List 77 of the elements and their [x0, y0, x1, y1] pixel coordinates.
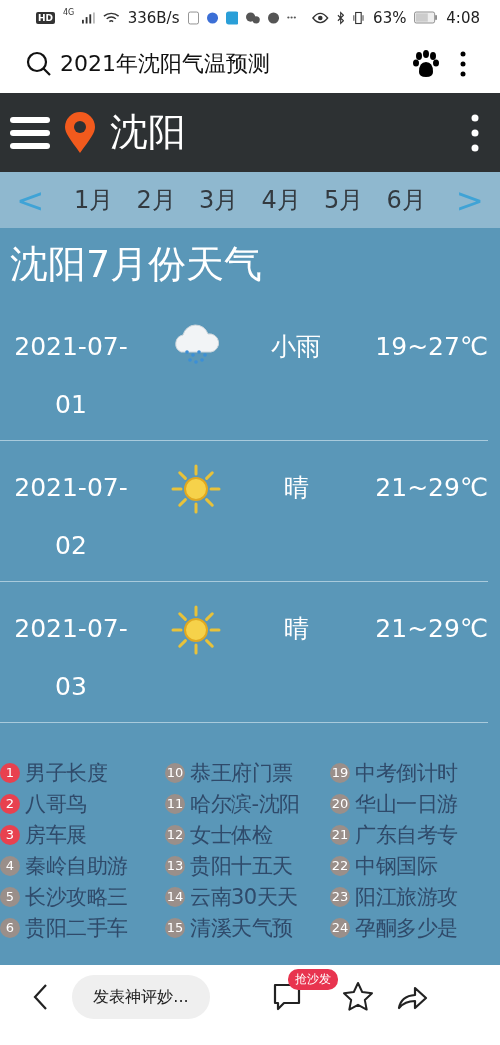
menu-icon[interactable] [10, 114, 50, 151]
vibrate-icon [352, 10, 366, 25]
ellipsis-icon [287, 16, 297, 19]
rank-badge: 12 [165, 824, 185, 845]
hot-search-link[interactable]: 秦岭自助游 [25, 851, 128, 880]
month-link[interactable]: 1月 [74, 184, 114, 216]
weather-condition: 晴 [282, 613, 310, 645]
hot-search-link[interactable]: 八哥鸟 [25, 789, 87, 818]
sun-icon [170, 604, 222, 656]
hot-search-link[interactable]: 广东自考专 [355, 820, 458, 849]
network-type: 4G [63, 8, 75, 17]
hot-search-link[interactable]: 华山一日游 [355, 789, 458, 818]
rank-badge: 22 [330, 855, 350, 876]
hot-search-link[interactable]: 女士体检 [190, 820, 272, 849]
signal-icon [82, 11, 96, 24]
hot-search-link[interactable]: 贵阳二手车 [25, 913, 128, 942]
hot-search-link[interactable]: 中考倒计时 [355, 758, 458, 787]
rank-badge: 21 [330, 824, 350, 845]
month-link[interactable]: 3月 [199, 184, 239, 216]
date: 2021-07-03 [13, 613, 129, 703]
rank-badge: 13 [165, 855, 185, 876]
date: 2021-07-02 [13, 472, 129, 562]
wifi-icon [103, 11, 120, 24]
star-icon[interactable] [342, 981, 374, 1013]
rank-badge: 10 [165, 762, 185, 783]
hot-search-link[interactable]: 恭王府门票 [190, 758, 293, 787]
network-speed: 336B/s [127, 8, 180, 27]
temperature-range: 21~29℃ [374, 472, 488, 504]
hot-search-link[interactable]: 房车展 [25, 820, 87, 849]
battery-icon [414, 11, 439, 24]
temperature-range: 21~29℃ [374, 613, 488, 645]
paw-icon[interactable] [412, 50, 440, 78]
city-name: 沈阳 [110, 109, 187, 156]
comment-icon[interactable] [272, 983, 302, 1011]
weather-condition: 小雨 [270, 331, 322, 363]
hot-search-link[interactable]: 贵阳十五天 [190, 851, 293, 880]
rank-badge: 15 [165, 917, 185, 938]
rank-badge: 4 [0, 855, 20, 876]
month-link[interactable]: 6月 [386, 184, 426, 216]
comment-field[interactable]: 发表神评妙... [72, 975, 210, 1019]
month-link[interactable]: 2月 [136, 184, 176, 216]
page-title: 沈阳7月份天气 [9, 240, 264, 288]
search-icon [26, 51, 52, 77]
rank-badge: 6 [0, 917, 20, 938]
month-link[interactable]: 4月 [261, 184, 301, 216]
hot-search-link[interactable]: 阳江旅游攻 [355, 882, 458, 911]
rank-badge: 19 [330, 762, 350, 783]
location-pin-icon [64, 111, 96, 154]
rank-badge: 14 [165, 886, 185, 907]
document-icon [187, 10, 199, 25]
rank-badge: 3 [0, 824, 20, 845]
hot-search-link[interactable]: 男子长度 [25, 758, 107, 787]
rank-badge: 20 [330, 793, 350, 814]
weather-condition: 晴 [282, 472, 310, 504]
rank-badge: 1 [0, 762, 20, 783]
hot-search-link[interactable]: 云南30天天 [190, 882, 298, 911]
month-link[interactable]: 5月 [324, 184, 364, 216]
hot-search-link[interactable]: 中钢国际 [355, 851, 437, 880]
rank-badge: 5 [0, 886, 20, 907]
hot-search-link[interactable]: 哈尔滨-沈阳 [190, 789, 300, 818]
temperature-range: 19~27℃ [374, 331, 488, 363]
rank-badge: 24 [330, 917, 350, 938]
rank-badge: 23 [330, 886, 350, 907]
date: 2021-07-01 [13, 331, 129, 421]
sun-icon [170, 463, 222, 515]
battery-percent: 63% [373, 8, 407, 27]
hot-search-link[interactable]: 清溪天气预 [190, 913, 293, 942]
hd-indicator: HD [36, 11, 55, 24]
rank-badge: 11 [165, 793, 185, 814]
hot-search-link[interactable]: 长沙攻略三 [25, 882, 128, 911]
comment-badge: 抢沙发 [288, 969, 338, 990]
bluetooth-icon [336, 10, 345, 25]
eye-icon [312, 11, 329, 24]
rank-badge: 2 [0, 793, 20, 814]
clock: 4:08 [446, 8, 480, 27]
hot-search-link[interactable]: 孕酮多少是 [355, 913, 458, 942]
more-icon[interactable] [470, 112, 480, 153]
